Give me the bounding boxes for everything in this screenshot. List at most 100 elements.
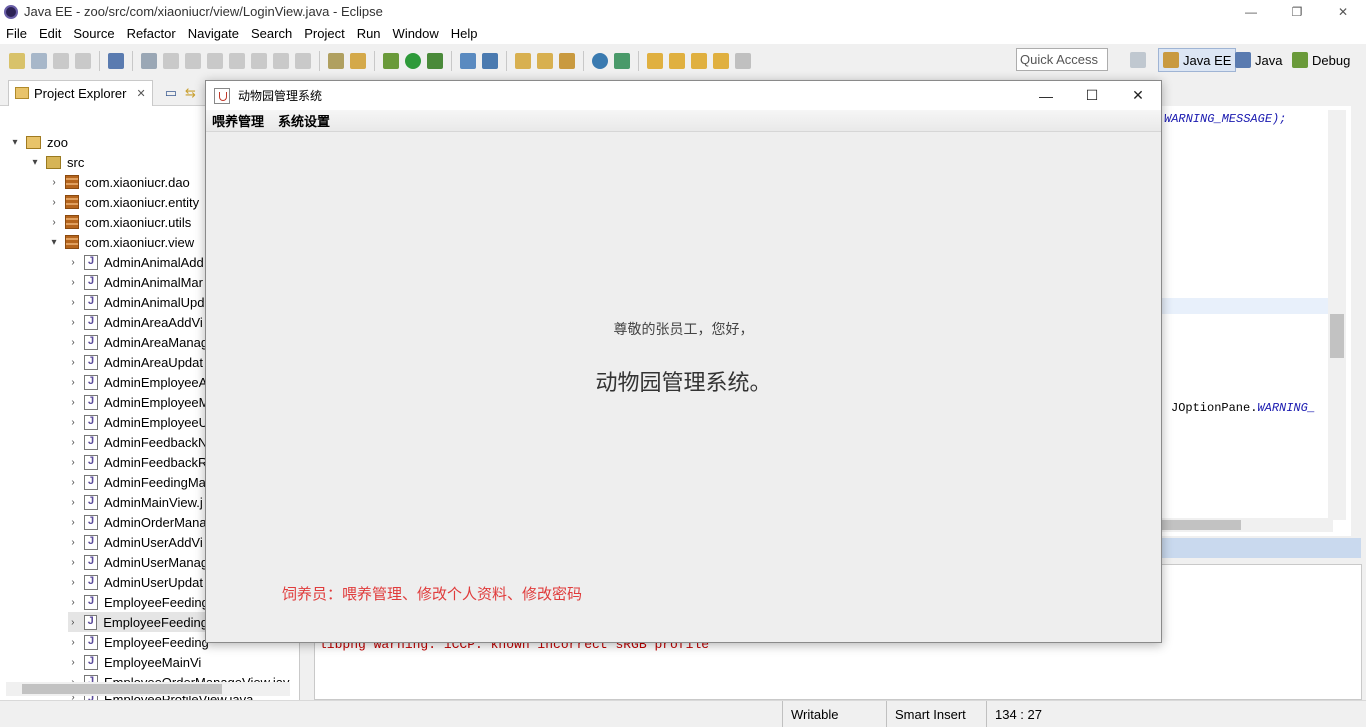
tree-file[interactable]: › AdminAreaManag [68,332,208,352]
open-resource-icon[interactable] [537,53,553,69]
tree-file[interactable]: › AdminUserManag [68,552,208,572]
tree-file[interactable]: › AdminEmployeeA [68,372,207,392]
menu-run[interactable]: Run [351,26,387,41]
step-over-icon[interactable] [273,53,289,69]
save-icon[interactable] [53,53,69,69]
chevron-right-icon[interactable]: › [68,457,78,468]
save-all-icon[interactable] [75,53,91,69]
chevron-right-icon[interactable]: › [68,497,78,508]
new-class-icon[interactable] [482,53,498,69]
tree-file[interactable]: › EmployeeMainVi [68,652,201,672]
chevron-right-icon[interactable]: › [68,417,78,428]
chevron-right-icon[interactable]: › [68,377,78,388]
tree-file[interactable]: › AdminEmployeeU [68,412,208,432]
tree-project[interactable]: ▾ zoo [10,132,67,152]
tree-file[interactable]: › AdminFeedbackN [68,432,207,452]
chevron-right-icon[interactable]: › [68,257,78,268]
chevron-right-icon[interactable]: › [68,517,78,528]
restore-icon[interactable]: ❐ [1274,0,1320,23]
close-tab-icon[interactable]: ✕ [136,87,145,100]
scroll-thumb[interactable] [1161,520,1241,530]
perspective-debug[interactable]: Debug [1292,48,1350,72]
back-icon[interactable] [713,53,729,69]
close-icon[interactable]: ✕ [1320,0,1366,23]
editor-vertical-scrollbar[interactable] [1328,110,1346,520]
menu-refactor[interactable]: Refactor [121,26,182,41]
link-editor-icon[interactable]: ⇆ [185,85,196,101]
refresh-icon[interactable] [614,53,630,69]
code-editor[interactable] [1161,106,1351,536]
explorer-horizontal-scrollbar[interactable] [6,682,290,696]
chevron-right-icon[interactable]: › [68,617,78,628]
chevron-right-icon[interactable]: › [68,557,78,568]
menu-feeding-management[interactable]: 喂养管理 [212,111,264,130]
tree-package[interactable]: › com.xiaoniucr.utils [49,212,191,232]
chevron-right-icon[interactable]: › [68,657,78,668]
debug-icon[interactable] [383,53,399,69]
chevron-down-icon[interactable]: ▾ [30,157,40,168]
chevron-right-icon[interactable]: › [68,337,78,348]
chevron-right-icon[interactable]: › [49,177,59,188]
chevron-right-icon[interactable]: › [49,197,59,208]
link-icon[interactable] [350,53,366,69]
chevron-right-icon[interactable]: › [68,397,78,408]
menu-navigate[interactable]: Navigate [182,26,245,41]
tree-file[interactable]: › AdminMainView.j [68,492,203,512]
chevron-right-icon[interactable]: › [68,537,78,548]
tree-package[interactable]: ▾ com.xiaoniucr.view [49,232,194,252]
tree-file[interactable]: › AdminUserUpdat [68,572,203,592]
chevron-right-icon[interactable]: › [68,437,78,448]
menu-search[interactable]: Search [245,26,298,41]
resume-icon[interactable] [163,53,179,69]
task-icon[interactable] [328,53,344,69]
chevron-right-icon[interactable]: › [68,317,78,328]
next-annotation-icon[interactable] [647,53,663,69]
minimize-icon[interactable]: — [1023,81,1069,110]
chevron-right-icon[interactable]: › [49,217,59,228]
tree-file[interactable]: › AdminOrderMana [68,512,207,532]
menu-window[interactable]: Window [387,26,445,41]
tab-project-explorer[interactable]: Project Explorer ✕ [8,79,153,106]
collapse-all-icon[interactable]: ▭ [165,85,177,101]
perspective-java-ee[interactable]: Java EE [1158,48,1237,72]
tree-src[interactable]: ▾ src [30,152,84,172]
globe-icon[interactable] [592,53,608,69]
step-return-icon[interactable] [295,53,311,69]
tree-file[interactable]: › AdminAreaUpdat [68,352,203,372]
terminate-icon[interactable] [207,53,223,69]
tree-file[interactable]: › AdminEmployeeM [68,392,210,412]
menu-source[interactable]: Source [67,26,120,41]
maximize-icon[interactable]: ☐ [1069,81,1115,110]
scroll-thumb[interactable] [1330,314,1344,358]
chevron-right-icon[interactable]: › [68,597,78,608]
run-icon[interactable] [405,53,421,69]
tree-file[interactable]: › AdminUserAddVi [68,532,203,552]
close-icon[interactable]: ✕ [1115,81,1161,110]
suspend-icon[interactable] [185,53,201,69]
tree-package[interactable]: › com.xiaoniucr.entity [49,192,199,212]
scroll-thumb[interactable] [22,684,222,694]
terminal-icon[interactable] [108,53,124,69]
step-into-icon[interactable] [251,53,267,69]
tree-file[interactable]: › AdminAnimalAdd [68,252,204,272]
menu-system-settings[interactable]: 系统设置 [278,111,330,130]
menu-help[interactable]: Help [445,26,484,41]
menu-project[interactable]: Project [298,26,350,41]
editor-horizontal-scrollbar[interactable] [1161,518,1333,532]
minimize-icon[interactable]: — [1228,0,1274,23]
chevron-down-icon[interactable]: ▾ [49,237,59,248]
chevron-right-icon[interactable]: › [68,577,78,588]
tree-file[interactable]: › AdminFeedbackR [68,452,207,472]
tree-file[interactable]: › AdminAnimalUpd [68,292,204,312]
chevron-right-icon[interactable]: › [68,357,78,368]
open-type-icon[interactable] [515,53,531,69]
run-external-icon[interactable] [427,53,443,69]
skip-breakpoints-icon[interactable] [141,53,157,69]
last-edit-icon[interactable] [691,53,707,69]
tree-package[interactable]: › com.xiaoniucr.dao [49,172,189,192]
forward-icon[interactable] [735,53,751,69]
chevron-right-icon[interactable]: › [68,477,78,488]
search-icon[interactable] [559,53,575,69]
new-package-icon[interactable] [31,53,47,69]
chevron-right-icon[interactable]: › [68,277,78,288]
